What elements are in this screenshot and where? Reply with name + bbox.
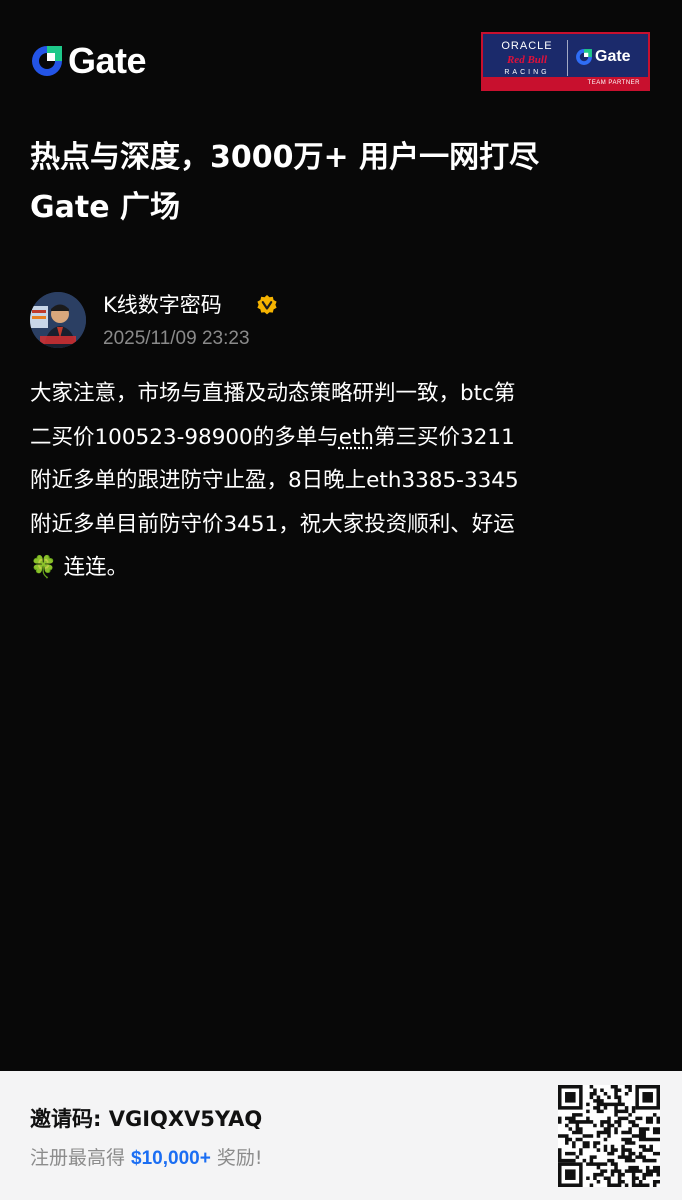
reward-suffix: 奖励!: [210, 1147, 263, 1169]
team-partner-badge: ORACLE Red Bull RACING Gate TEAM PARTNER: [481, 32, 650, 91]
invite-code[interactable]: 邀请码: VGIQXV5YAQ: [30, 1104, 262, 1134]
post-line-5-text: 连连。: [56, 555, 129, 580]
partner-racing-text: RACING: [504, 69, 550, 76]
post-line-3: 附近多单的跟进防守止盈，8日晚上eth3385-3345: [30, 468, 519, 493]
brand-name: Gate: [68, 40, 147, 81]
partner-gate-logo: Gate: [575, 48, 631, 66]
verified-badge-icon: [257, 295, 277, 315]
clover-icon: 🍀: [30, 555, 57, 580]
partner-oracle-text: ORACLE: [501, 40, 553, 52]
qr-code[interactable]: [558, 1085, 660, 1187]
gate-logo-icon: [32, 46, 62, 76]
partner-gate-text: Gate: [595, 48, 631, 65]
reward-text: 注册最高得 $10,000+ 奖励!: [30, 1143, 263, 1174]
partner-footer-text: TEAM PARTNER: [483, 77, 648, 89]
headline-line-1: 热点与深度，3000万+ 用户一网打尽: [30, 140, 540, 175]
post-line-1: 大家注意，市场与直播及动态策略研判一致，btc第: [30, 381, 516, 406]
post-line-2-text-b: 第三买价3211: [374, 424, 515, 450]
author-avatar[interactable]: [30, 292, 86, 348]
reward-prefix: 注册最高得: [30, 1147, 132, 1169]
post-line-2-text-a: 二买价100523-98900的多单与: [30, 424, 339, 450]
eth-tag-link[interactable]: eth: [339, 425, 374, 450]
partner-divider: [567, 40, 568, 76]
gate-logo: Gate: [30, 40, 147, 82]
post-line-2: 二买价100523-98900的多单与eth第三买价3211: [30, 416, 656, 460]
qr-code-icon: [558, 1085, 660, 1187]
reward-amount: $10,000+: [131, 1148, 211, 1169]
author-name[interactable]: K线数字密码: [103, 288, 222, 322]
post-timestamp: 2025/11/09 23:23: [103, 328, 250, 349]
avatar-image-icon: [30, 292, 86, 348]
post-content: 大家注意，市场与直播及动态策略研判一致，btc第 二买价100523-98900…: [30, 372, 656, 590]
page-headline: 热点与深度，3000万+ 用户一网打尽 Gate 广场: [30, 133, 660, 233]
partner-redbull-text: Red Bull: [506, 54, 548, 66]
invite-footer: 邀请码: VGIQXV5YAQ 注册最高得 $10,000+ 奖励!: [0, 1071, 682, 1200]
partner-gate-icon: [576, 49, 592, 65]
post-line-4: 附近多单目前防守价3451，祝大家投资顺利、好运: [30, 511, 515, 537]
share-card: Gate ORACLE Red Bull RACING Gate TEAM PA…: [0, 0, 682, 1200]
headline-line-2: Gate 广场: [30, 190, 180, 225]
post-line-5: 🍀 连连。: [30, 546, 656, 590]
